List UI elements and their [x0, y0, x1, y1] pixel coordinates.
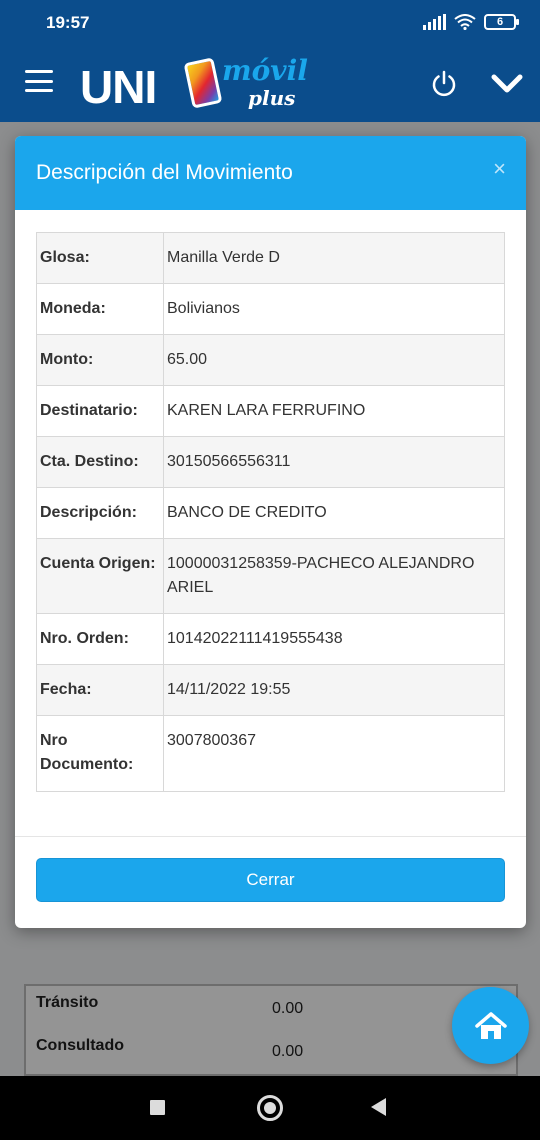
table-row: Moneda: Bolivianos: [36, 283, 505, 335]
wifi-icon: [454, 14, 476, 30]
system-nav-bar: [0, 1076, 540, 1140]
detail-value-cta-destino: 30150566556311: [163, 436, 505, 488]
home-icon: [474, 1011, 507, 1039]
app-logo: UNI móvil plus: [80, 52, 308, 116]
table-row: Nro. Orden: 10142022111419555438: [36, 613, 505, 665]
close-icon[interactable]: ×: [493, 156, 506, 182]
detail-label-nro-orden: Nro. Orden:: [36, 613, 164, 665]
detail-label-glosa: Glosa:: [36, 232, 164, 284]
hamburger-menu-icon[interactable]: [25, 70, 53, 92]
chevron-down-icon[interactable]: [490, 70, 524, 98]
table-row: Descripción: BANCO DE CREDITO: [36, 487, 505, 539]
app-header: UNI móvil plus: [0, 46, 540, 122]
status-icons: 6: [423, 14, 519, 30]
detail-value-destinatario: KAREN LARA FERRUFINO: [163, 385, 505, 437]
detail-value-cuenta-origen: 10000031258359-PACHECO ALEJANDRO ARIEL: [163, 538, 505, 614]
movement-details-table: Glosa: Manilla Verde D Moneda: Boliviano…: [36, 232, 505, 792]
detail-label-cta-destino: Cta. Destino:: [36, 436, 164, 488]
signal-icon: [423, 14, 446, 30]
table-row: Monto: 65.00: [36, 334, 505, 386]
detail-label-cuenta-origen: Cuenta Origen:: [36, 538, 164, 614]
recents-icon[interactable]: [150, 1100, 165, 1115]
table-row: Cta. Destino: 30150566556311: [36, 436, 505, 488]
detail-label-descripcion: Descripción:: [36, 487, 164, 539]
logo-uni-text: UNI: [80, 61, 157, 113]
detail-value-nro-orden: 10142022111419555438: [163, 613, 505, 665]
close-button[interactable]: Cerrar: [36, 858, 505, 902]
detail-value-fecha: 14/11/2022 19:55: [163, 664, 505, 716]
logo-movil-text: móvil: [222, 54, 308, 87]
detail-label-nro-documento: Nro Documento:: [36, 715, 164, 792]
logo-plus-text: plus: [248, 86, 296, 110]
table-row: Glosa: Manilla Verde D: [36, 232, 505, 284]
table-row: Fecha: 14/11/2022 19:55: [36, 664, 505, 716]
modal-header: Descripción del Movimiento ×: [15, 136, 526, 210]
logo-phone-icon: [183, 57, 223, 109]
table-row: Destinatario: KAREN LARA FERRUFINO: [36, 385, 505, 437]
detail-label-fecha: Fecha:: [36, 664, 164, 716]
detail-value-moneda: Bolivianos: [163, 283, 505, 335]
table-row: Nro Documento: 3007800367: [36, 715, 505, 792]
power-icon[interactable]: [430, 70, 458, 98]
movement-detail-modal: Descripción del Movimiento × Glosa: Mani…: [15, 136, 526, 928]
modal-title: Descripción del Movimiento: [36, 161, 293, 184]
detail-value-monto: 65.00: [163, 334, 505, 386]
table-row: Cuenta Origen: 10000031258359-PACHECO AL…: [36, 538, 505, 614]
status-time: 19:57: [46, 13, 90, 32]
home-nav-icon[interactable]: [257, 1095, 283, 1121]
detail-label-destinatario: Destinatario:: [36, 385, 164, 437]
detail-value-nro-documento: 3007800367: [163, 715, 505, 792]
detail-label-moneda: Moneda:: [36, 283, 164, 335]
modal-divider: [15, 836, 526, 837]
home-button[interactable]: [452, 987, 529, 1064]
detail-label-monto: Monto:: [36, 334, 164, 386]
battery-icon: 6: [484, 14, 519, 30]
detail-value-descripcion: BANCO DE CREDITO: [163, 487, 505, 539]
status-bar: 19:57 6: [0, 0, 540, 46]
back-icon[interactable]: [371, 1098, 386, 1116]
detail-value-glosa: Manilla Verde D: [163, 232, 505, 284]
